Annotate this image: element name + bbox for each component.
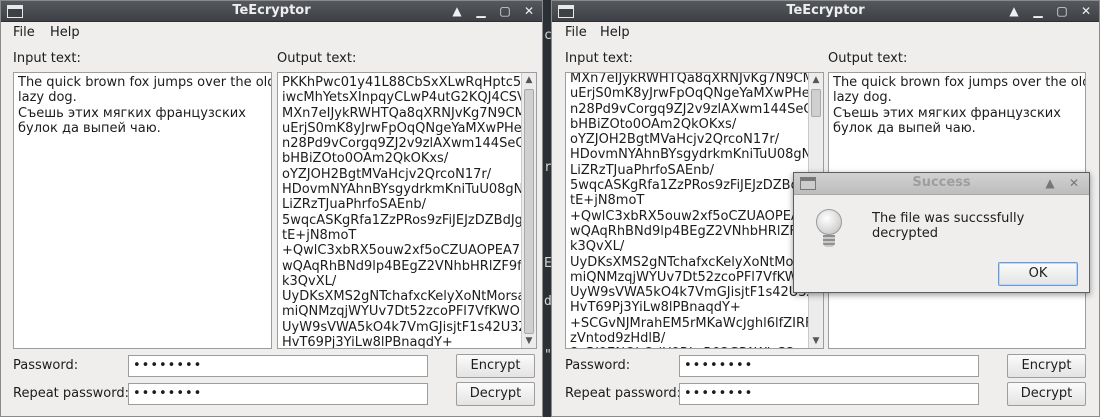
output-scrollbar[interactable]: ▲ ▼ <box>521 73 536 348</box>
scroll-thumb[interactable] <box>811 89 821 117</box>
password-label: Password: <box>13 358 79 373</box>
output-textarea[interactable]: PKKhPwc01y41L88CbSxXLwRqHptc5Fs iwcMhYet… <box>277 72 537 349</box>
menu-file[interactable]: File <box>13 25 35 40</box>
menu-help[interactable]: Help <box>600 25 630 40</box>
maximize-icon[interactable]: ▢ <box>497 3 513 19</box>
close-icon[interactable]: ✕ <box>1078 3 1094 19</box>
scroll-up-icon[interactable]: ▲ <box>522 73 536 87</box>
encrypt-button[interactable]: Encrypt <box>1007 354 1086 378</box>
window-titlebar[interactable]: TeEcryptor ▲ ▁ ▢ ✕ <box>552 1 1099 22</box>
password-field[interactable]: •••••••• <box>679 355 979 377</box>
input-textarea[interactable]: The quick brown fox jumps over the old l… <box>13 72 272 349</box>
menu-bar: File Help <box>552 22 1099 43</box>
menu-bar: File Help <box>1 22 542 43</box>
dialog-titlebar[interactable]: Success ▲ ✕ <box>794 173 1089 195</box>
input-text-content: MXn7eIJykRWHTQa8qXRNJvKg7N9CMe uErjS0mK8… <box>570 72 824 348</box>
keep-above-icon[interactable]: ▲ <box>449 3 465 19</box>
repeat-password-label: Repeat password: <box>565 386 681 401</box>
decrypt-button[interactable]: Decrypt <box>1007 382 1086 406</box>
repeat-password-field[interactable]: •••••••• <box>128 383 428 405</box>
input-text-label: Input text: <box>13 51 81 66</box>
close-icon[interactable]: ✕ <box>521 3 537 19</box>
password-label: Password: <box>565 358 631 373</box>
keep-above-icon[interactable]: ▲ <box>1042 175 1058 191</box>
scroll-down-icon[interactable]: ▼ <box>809 334 823 348</box>
menu-help[interactable]: Help <box>50 25 80 40</box>
output-text-content: The quick brown fox jumps over the old l… <box>833 75 1085 136</box>
scroll-down-icon[interactable]: ▼ <box>522 334 536 348</box>
minimize-icon[interactable]: ▁ <box>1030 3 1046 19</box>
minimize-icon[interactable]: ▁ <box>473 3 489 19</box>
menu-file[interactable]: File <box>565 25 587 40</box>
maximize-icon[interactable]: ▢ <box>1054 3 1070 19</box>
lightbulb-icon <box>816 209 842 235</box>
close-icon[interactable]: ✕ <box>1066 175 1082 191</box>
lightbulb-base-icon <box>823 235 835 247</box>
background-editor-strip: c ri E d " <box>543 0 560 417</box>
input-text-label: Input text: <box>565 51 633 66</box>
encrypt-window: TeEcryptor ▲ ▁ ▢ ✕ File Help Input text:… <box>0 0 543 417</box>
scroll-thumb[interactable] <box>524 89 534 334</box>
dialog-message: The file was succssfully decrypted <box>872 211 1025 241</box>
scroll-up-icon[interactable]: ▲ <box>809 73 823 87</box>
window-titlebar[interactable]: TeEcryptor ▲ ▁ ▢ ✕ <box>1 1 542 22</box>
input-text-content: The quick brown fox jumps over the old l… <box>18 75 271 136</box>
decrypt-button[interactable]: Decrypt <box>456 382 535 406</box>
repeat-password-field[interactable]: •••••••• <box>679 383 979 405</box>
output-text-label: Output text: <box>277 51 357 66</box>
encrypt-button[interactable]: Encrypt <box>456 354 535 378</box>
output-text-content: PKKhPwc01y41L88CbSxXLwRqHptc5Fs iwcMhYet… <box>282 75 537 349</box>
success-dialog: Success ▲ ✕ The file was succssfully dec… <box>793 172 1090 293</box>
password-field[interactable]: •••••••• <box>128 355 428 377</box>
input-textarea[interactable]: MXn7eIJykRWHTQa8qXRNJvKg7N9CMe uErjS0mK8… <box>565 72 824 349</box>
ok-button[interactable]: OK <box>998 262 1078 286</box>
repeat-password-label: Repeat password: <box>13 386 129 401</box>
output-text-label: Output text: <box>828 51 908 66</box>
keep-above-icon[interactable]: ▲ <box>1006 3 1022 19</box>
